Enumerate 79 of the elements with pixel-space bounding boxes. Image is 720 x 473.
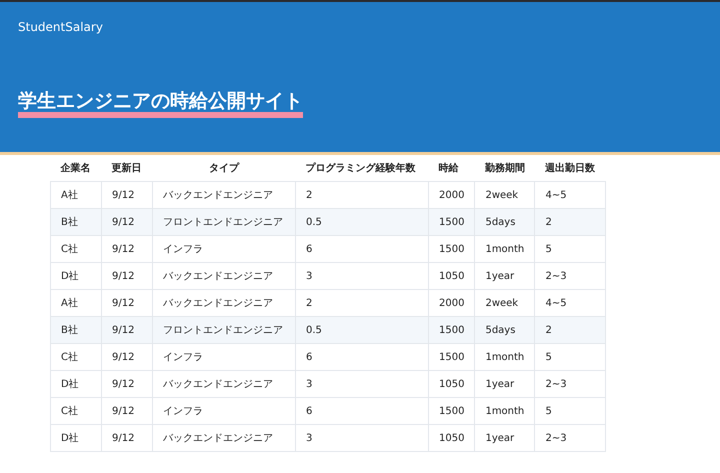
table-cell: 4~5	[534, 290, 606, 316]
table-cell: D社	[50, 370, 102, 398]
table-cell: 5	[534, 344, 606, 370]
brand-name: StudentSalary	[18, 20, 103, 34]
table-cell: 2week	[474, 290, 535, 316]
column-header: 週出勤日数	[534, 155, 606, 182]
table-cell: 1year	[474, 424, 535, 452]
table-cell: インフラ	[152, 398, 296, 424]
table-cell: 1500	[428, 316, 475, 344]
table-cell: 9/12	[102, 182, 152, 208]
table-cell: バックエンドエンジニア	[152, 182, 296, 208]
table-cell: 1050	[428, 262, 475, 290]
table-cell: 1500	[428, 344, 475, 370]
table-cell: バックエンドエンジニア	[152, 262, 296, 290]
table-cell: インフラ	[152, 236, 296, 262]
table-cell: 6	[296, 344, 428, 370]
table-cell: C社	[50, 398, 102, 424]
table-cell: 1050	[428, 370, 475, 398]
table-cell: 9/12	[102, 316, 152, 344]
column-header: 勤務期間	[474, 155, 535, 182]
table-cell: 5days	[474, 208, 535, 236]
table-cell: バックエンドエンジニア	[152, 290, 296, 316]
table-cell: バックエンドエンジニア	[152, 424, 296, 452]
table-cell: 3	[296, 262, 428, 290]
table-cell: 6	[296, 398, 428, 424]
table-cell: 9/12	[102, 344, 152, 370]
table-cell: 2~3	[534, 424, 606, 452]
column-header: 企業名	[50, 155, 102, 182]
table-cell: B社	[50, 316, 102, 344]
table-cell: 9/12	[102, 424, 152, 452]
table-cell: 9/12	[102, 236, 152, 262]
table-cell: インフラ	[152, 344, 296, 370]
table-cell: 5	[534, 236, 606, 262]
table-cell: 9/12	[102, 290, 152, 316]
table-cell: 1year	[474, 370, 535, 398]
table-cell: C社	[50, 236, 102, 262]
table-cell: 5	[534, 398, 606, 424]
table-cell: 1050	[428, 424, 475, 452]
table-cell: D社	[50, 424, 102, 452]
table-cell: 1500	[428, 208, 475, 236]
table-cell: 2000	[428, 290, 475, 316]
table-cell: フロントエンドエンジニア	[152, 316, 296, 344]
table-cell: C社	[50, 344, 102, 370]
table-cell: 1month	[474, 236, 535, 262]
table-cell: 2week	[474, 182, 535, 208]
table-cell: B社	[50, 208, 102, 236]
table-cell: 9/12	[102, 370, 152, 398]
table-cell: バックエンドエンジニア	[152, 370, 296, 398]
table-cell: 0.5	[296, 316, 428, 344]
table-cell: 5days	[474, 316, 535, 344]
table-cell: 9/12	[102, 262, 152, 290]
table-cell: 1500	[428, 236, 475, 262]
table-cell: 3	[296, 424, 428, 452]
table-cell: 2	[296, 290, 428, 316]
table-cell: 2	[534, 208, 606, 236]
table-cell: 2000	[428, 182, 475, 208]
column-header: タイプ	[152, 155, 296, 182]
table-cell: 4~5	[534, 182, 606, 208]
table-cell: D社	[50, 262, 102, 290]
table-cell: 1500	[428, 398, 475, 424]
column-header: 時給	[428, 155, 475, 182]
table-cell: 1month	[474, 398, 535, 424]
table-cell: 2~3	[534, 262, 606, 290]
table-cell: 0.5	[296, 208, 428, 236]
table-cell: 2	[534, 316, 606, 344]
table-cell: A社	[50, 290, 102, 316]
table-cell: A社	[50, 182, 102, 208]
table-cell: 2~3	[534, 370, 606, 398]
table-cell: フロントエンドエンジニア	[152, 208, 296, 236]
column-header: 更新日	[102, 155, 152, 182]
table-cell: 2	[296, 182, 428, 208]
table-cell: 9/12	[102, 208, 152, 236]
table-cell: 1year	[474, 262, 535, 290]
column-header: プログラミング経験年数	[296, 155, 428, 182]
page-title: 学生エンジニアの時給公開サイト	[18, 90, 303, 118]
table-cell: 3	[296, 370, 428, 398]
table-cell: 1month	[474, 344, 535, 370]
table-cell: 6	[296, 236, 428, 262]
table-cell: 9/12	[102, 398, 152, 424]
